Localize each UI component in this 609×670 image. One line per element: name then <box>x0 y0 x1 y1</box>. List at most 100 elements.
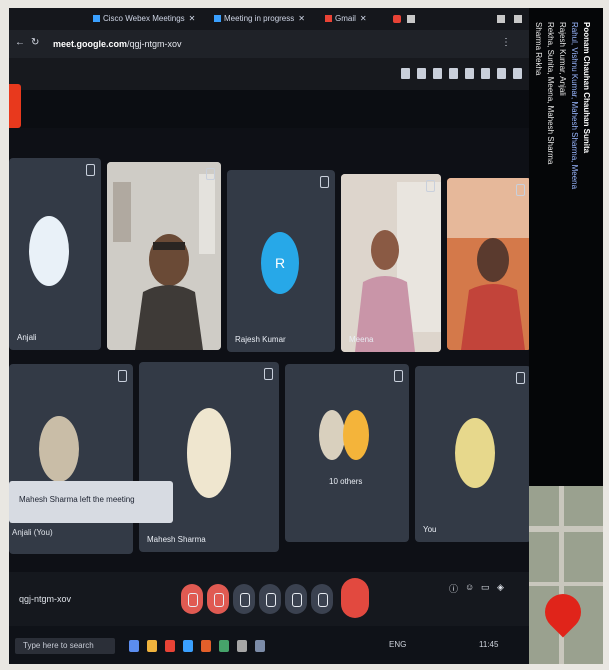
camera-video <box>107 162 221 350</box>
captions-button[interactable] <box>233 584 255 614</box>
tab-label: Meeting in progress <box>224 14 295 23</box>
minimize-icon[interactable] <box>497 15 505 23</box>
participant-avatar <box>29 216 69 286</box>
meeting-controls-bar: qgj-ntgm-xov ⓘ ☺ ▭ ◈ <box>9 572 529 626</box>
folder-icon[interactable] <box>147 640 157 652</box>
url-host: meet.google.com <box>53 39 128 49</box>
chat-line: Rajesh Kumar, Anjali <box>558 22 567 96</box>
participant-name: Anjali <box>17 333 37 342</box>
pin-icon[interactable] <box>516 184 525 196</box>
close-icon[interactable]: ✕ <box>360 14 367 23</box>
participant-avatar <box>319 410 345 460</box>
pin-icon[interactable] <box>516 372 525 384</box>
leave-call-button[interactable] <box>341 578 369 618</box>
info-icon[interactable]: ⓘ <box>449 582 459 594</box>
chat-icon[interactable] <box>433 68 442 79</box>
chat-line: Sharma Rekha <box>534 22 543 76</box>
photo-border <box>0 0 9 670</box>
chat-icon[interactable]: ▭ <box>481 582 491 592</box>
participant-tile[interactable] <box>447 178 531 350</box>
mic-off-button[interactable] <box>181 584 203 614</box>
participant-group-avatar <box>343 410 369 460</box>
map-road <box>529 526 603 532</box>
address-bar: ← ↻ meet.google.com/qgj-ntgm-xov ⋮ <box>9 30 529 58</box>
participant-name: Mahesh Sharma <box>147 535 206 544</box>
participant-tile[interactable] <box>9 364 133 554</box>
menu-icon[interactable]: ⋮ <box>501 38 511 48</box>
captions-icon <box>240 593 250 607</box>
participant-tile[interactable]: Anjali <box>9 158 101 350</box>
new-tab-icon[interactable] <box>407 15 415 23</box>
app-icon[interactable] <box>237 640 247 652</box>
more-icon <box>318 593 328 607</box>
chrome-icon[interactable] <box>165 640 175 652</box>
tray-clock: 11:45 <box>479 640 499 649</box>
camera-off-icon <box>214 593 224 607</box>
present-icon <box>292 593 302 607</box>
camera-video <box>341 174 441 352</box>
activities-icon[interactable] <box>449 68 458 79</box>
participant-avatar <box>187 408 231 498</box>
participant-name: 10 others <box>329 477 363 486</box>
captions-icon[interactable] <box>401 68 410 79</box>
app-icon[interactable] <box>219 640 229 652</box>
webex-icon <box>214 15 221 23</box>
pin-icon[interactable] <box>118 370 127 382</box>
participant-tile[interactable]: R Rajesh Kumar <box>227 170 335 352</box>
info-icon[interactable] <box>465 68 474 79</box>
pin-icon[interactable] <box>426 180 435 192</box>
chat-heading: Poonam Chauhan Chauhan Sunita <box>582 22 591 154</box>
search-placeholder: Type here to search <box>23 641 94 650</box>
pin-icon[interactable] <box>86 164 95 176</box>
pin-icon[interactable] <box>394 370 403 382</box>
app-icon[interactable] <box>201 640 211 652</box>
people-icon[interactable] <box>417 68 426 79</box>
tab-label: Gmail <box>335 14 356 23</box>
refresh-icon[interactable]: ↻ <box>31 38 41 48</box>
taskbar-search[interactable]: Type here to search <box>15 638 115 654</box>
close-icon[interactable]: ✕ <box>298 14 305 23</box>
close-icon[interactable]: ✕ <box>189 14 196 23</box>
layout-icon[interactable] <box>481 68 490 79</box>
activities-icon[interactable]: ◈ <box>497 582 507 592</box>
meeting-code: qgj-ntgm-xov <box>19 594 72 604</box>
participant-avatar <box>39 416 79 482</box>
recording-indicator <box>9 84 21 128</box>
back-icon[interactable]: ← <box>15 38 25 48</box>
app-icon[interactable] <box>255 640 265 652</box>
more-options-button[interactable] <box>311 584 333 614</box>
browser-tab-1[interactable]: Cisco Webex Meetings ✕ <box>93 14 195 24</box>
photo-border <box>603 0 609 670</box>
raise-hand-button[interactable] <box>259 584 281 614</box>
map-thumbnail[interactable] <box>529 486 603 664</box>
browser-tab-2[interactable]: Meeting in progress ✕ <box>214 14 305 24</box>
maximize-icon[interactable] <box>514 15 522 23</box>
tray-lang: ENG <box>389 640 407 649</box>
more-icon[interactable] <box>513 68 522 79</box>
notification-popup[interactable]: Mahesh Sharma left the meeting <box>9 481 173 523</box>
pin-icon[interactable] <box>206 168 215 180</box>
url-field[interactable]: meet.google.com/qgj-ntgm-xov <box>53 39 182 49</box>
os-taskbar: Type here to search ENG 11:45 <box>9 626 529 664</box>
participant-tile[interactable]: You <box>415 366 531 542</box>
edge-icon[interactable] <box>183 640 193 652</box>
camera-off-button[interactable] <box>207 584 229 614</box>
pin-icon[interactable] <box>320 176 329 188</box>
chat-line: Rahul, Vishnu Kumar, Mahesh Sharma, Meen… <box>570 22 579 190</box>
gmail-icon <box>325 15 332 23</box>
map-pin-icon <box>537 586 589 638</box>
present-button[interactable] <box>285 584 307 614</box>
pin-icon[interactable] <box>264 368 273 380</box>
taskview-icon[interactable] <box>129 640 139 652</box>
participant-tile[interactable]: 10 others <box>285 364 409 542</box>
settings-icon[interactable] <box>497 68 506 79</box>
self-label: Anjali (You) <box>12 528 53 537</box>
popup-text: Mahesh Sharma left the meeting <box>19 495 135 504</box>
extension-icon[interactable] <box>393 15 401 23</box>
participant-tile[interactable] <box>107 162 221 350</box>
people-icon[interactable]: ☺ <box>465 582 475 592</box>
chat-text: Poonam Chauhan Chauhan Sunita Rahul, Vis… <box>534 22 593 472</box>
browser-tab-3[interactable]: Gmail ✕ <box>325 14 367 24</box>
participant-tile[interactable]: Mahesh Sharma <box>139 362 279 552</box>
participant-tile[interactable]: Meena <box>341 174 441 352</box>
